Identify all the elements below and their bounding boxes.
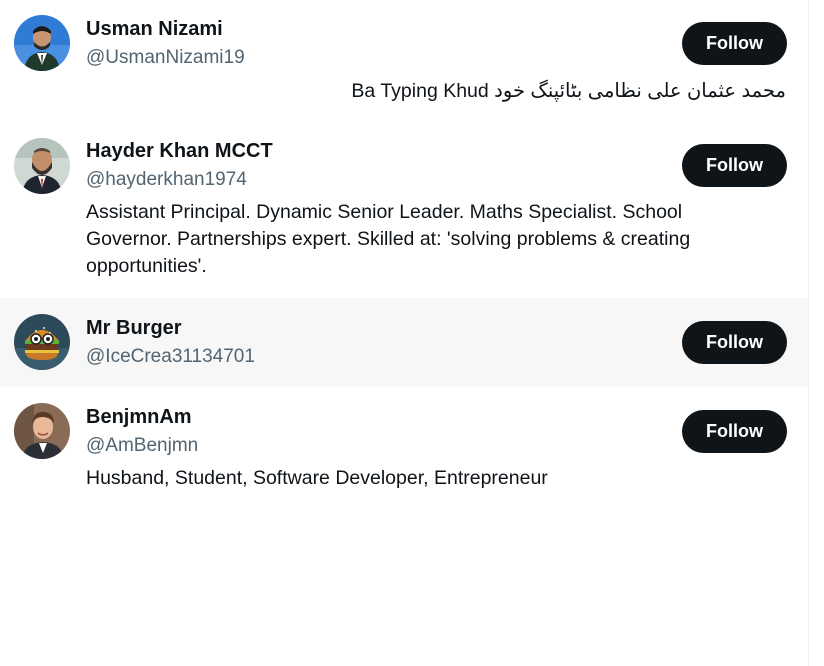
user-cell[interactable]: Usman Nizami @UsmanNizami19 Follow محمد … xyxy=(0,0,808,120)
user-bio: Husband, Student, Software Developer, En… xyxy=(86,467,548,489)
user-name[interactable]: BenjmnAm xyxy=(86,405,192,429)
user-handle[interactable]: @UsmanNizami19 xyxy=(86,46,245,70)
avatar[interactable] xyxy=(14,15,70,71)
who-to-follow-list: Usman Nizami @UsmanNizami19 Follow محمد … xyxy=(0,0,808,666)
avatar[interactable] xyxy=(14,138,70,194)
follow-button[interactable]: Follow xyxy=(682,321,787,364)
avatar[interactable] xyxy=(14,403,70,459)
user-cell[interactable]: BenjmnAm @AmBenjmn Follow Husband, Stude… xyxy=(0,387,808,507)
user-name[interactable]: Mr Burger xyxy=(86,316,182,340)
user-cell[interactable]: Hayder Khan MCCT @hayderkhan1974 Follow … xyxy=(0,120,808,298)
young-man-avatar-icon xyxy=(14,403,70,459)
user-handle[interactable]: @hayderkhan1974 xyxy=(86,168,247,192)
panel-divider xyxy=(808,0,809,666)
person-blue-background-avatar-icon xyxy=(14,15,70,71)
follow-button[interactable]: Follow xyxy=(682,410,787,453)
user-cell[interactable]: Mr Burger @IceCrea31134701 Follow xyxy=(0,298,808,387)
user-handle[interactable]: @AmBenjmn xyxy=(86,434,198,458)
follow-button[interactable]: Follow xyxy=(682,144,787,187)
follow-button[interactable]: Follow xyxy=(682,22,787,65)
avatar[interactable] xyxy=(14,314,70,370)
user-name[interactable]: Usman Nizami xyxy=(86,17,223,41)
user-name[interactable]: Hayder Khan MCCT xyxy=(86,139,273,163)
burger-with-glasses-avatar-icon xyxy=(14,314,70,370)
bearded-man-avatar-icon xyxy=(14,138,70,194)
user-bio: Assistant Principal. Dynamic Senior Lead… xyxy=(86,201,691,277)
user-handle[interactable]: @IceCrea31134701 xyxy=(86,345,255,369)
user-bio: محمد عثمان علی نظامی بٹائپنگ خود Ba Typi… xyxy=(351,80,786,102)
